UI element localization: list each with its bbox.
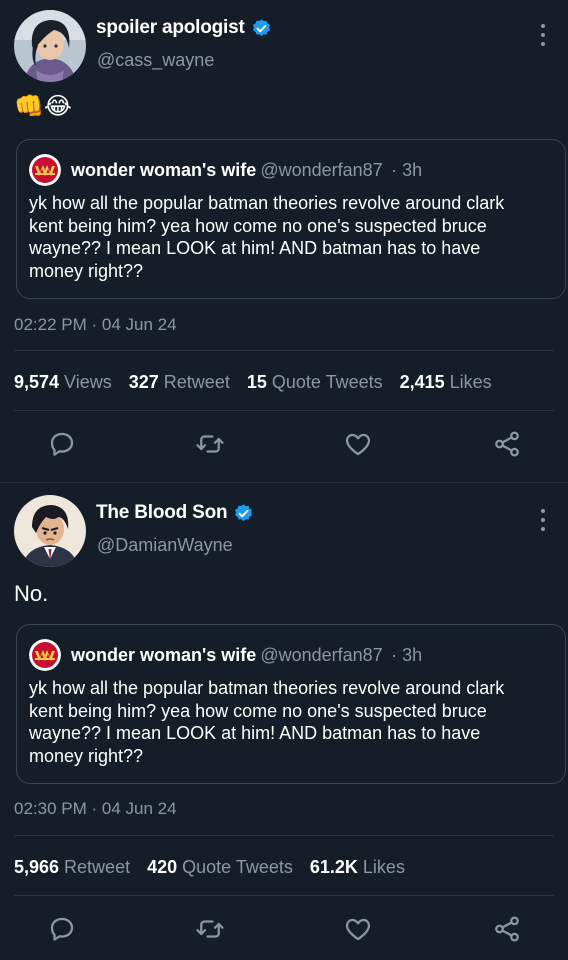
reply-icon[interactable] xyxy=(47,914,77,944)
retweet-icon[interactable] xyxy=(195,429,225,459)
stat-likes[interactable]: 2,415 Likes xyxy=(400,372,492,393)
reply-icon[interactable] xyxy=(47,429,77,459)
display-name[interactable]: spoiler apologist xyxy=(96,17,245,39)
verified-badge-icon xyxy=(252,18,270,36)
display-name[interactable]: The Blood Son xyxy=(96,502,228,524)
share-icon[interactable] xyxy=(492,429,522,459)
tweet-timestamp: 02:30 PM · 04 Jun 24 xyxy=(14,799,177,818)
tweet-timestamp: 02:22 PM · 04 Jun 24 xyxy=(14,315,177,334)
stat-likes[interactable]: 61.2K Likes xyxy=(310,857,405,878)
more-icon[interactable] xyxy=(540,509,546,531)
divider xyxy=(14,410,554,411)
retweet-icon[interactable] xyxy=(195,914,225,944)
tweet-text: 👊😂 xyxy=(14,93,72,120)
more-icon[interactable] xyxy=(540,24,546,46)
engagement-stats: 5,966 Retweet 420 Quote Tweets 61.2K Likes xyxy=(14,857,405,878)
stat-quote-tweets[interactable]: 15 Quote Tweets xyxy=(247,372,383,393)
tweet-text: No. xyxy=(14,581,49,606)
quote-text: yk how all the popular batman theories r… xyxy=(29,193,505,281)
quoted-tweet[interactable]: wonder woman's wife @wonderfan87 · 3h yk … xyxy=(16,139,566,299)
divider xyxy=(14,835,554,836)
quote-age: · 3h xyxy=(391,159,423,180)
user-handle[interactable]: @cass_wayne xyxy=(97,50,214,71)
share-icon[interactable] xyxy=(492,914,522,944)
action-bar xyxy=(0,909,568,949)
like-icon[interactable] xyxy=(343,914,373,944)
user-handle[interactable]: @DamianWayne xyxy=(97,535,233,556)
tweet-card[interactable]: The Blood Son @DamianWayne No. wonder wo… xyxy=(0,482,568,960)
like-icon[interactable] xyxy=(343,429,373,459)
stat-retweets[interactable]: 327 Retweet xyxy=(129,372,230,393)
quote-handle: @wonderfan87 xyxy=(260,644,383,665)
verified-badge-icon xyxy=(235,503,253,521)
quote-display-name: wonder woman's wife xyxy=(71,159,257,180)
quote-age: · 3h xyxy=(391,644,423,665)
quote-text: yk how all the popular batman theories r… xyxy=(29,678,505,766)
avatar[interactable] xyxy=(14,495,86,567)
quote-handle: @wonderfan87 xyxy=(260,159,383,180)
tweet-card[interactable]: spoiler apologist @cass_wayne 👊😂 wonder … xyxy=(0,0,568,482)
engagement-stats: 9,574 Views 327 Retweet 15 Quote Tweets 2,4… xyxy=(14,372,492,393)
quoted-tweet[interactable]: wonder woman's wife @wonderfan87 · 3h yk … xyxy=(16,624,566,784)
divider xyxy=(14,895,554,896)
stat-views[interactable]: 9,574 Views xyxy=(14,372,112,393)
divider xyxy=(14,350,554,351)
quote-avatar xyxy=(29,639,61,671)
avatar[interactable] xyxy=(14,10,86,82)
quote-display-name: wonder woman's wife xyxy=(71,644,257,665)
stat-retweets[interactable]: 5,966 Retweet xyxy=(14,857,130,878)
action-bar xyxy=(0,424,568,464)
quote-avatar xyxy=(29,154,61,186)
stat-quote-tweets[interactable]: 420 Quote Tweets xyxy=(147,857,293,878)
